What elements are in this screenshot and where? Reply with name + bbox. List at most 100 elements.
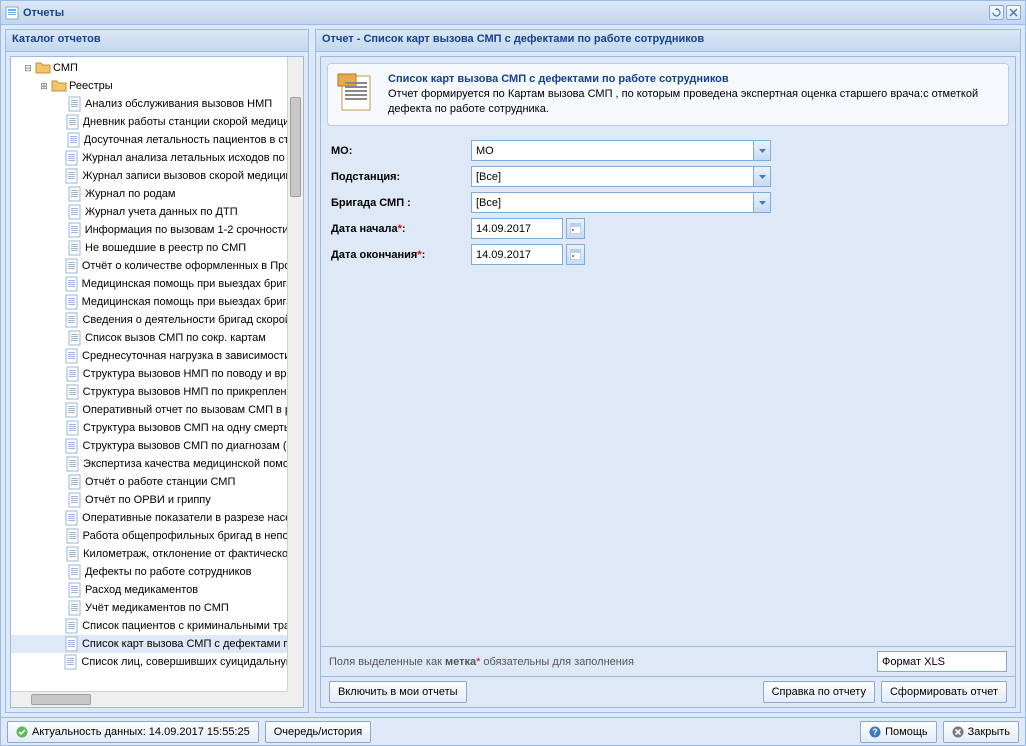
svg-text:?: ? xyxy=(872,727,878,737)
substation-input[interactable] xyxy=(472,167,753,186)
tree-node[interactable]: Дневник работы станции скорой медицинс xyxy=(11,113,287,131)
tree-node[interactable]: Структура вызовов НМП по прикреплению xyxy=(11,383,287,401)
dropdown-trigger-icon[interactable] xyxy=(753,167,770,186)
reports-window: Отчеты Каталог отчетов ⊟СМП⊞РеестрыАнали… xyxy=(0,0,1026,746)
date-start-input[interactable] xyxy=(471,218,563,239)
report-header: Отчет - Список карт вызова СМП с дефекта… xyxy=(316,30,1020,52)
date-start-label: Дата начала*: xyxy=(331,223,471,235)
tree-node-label: Оперативные показатели в разрезе населе xyxy=(82,512,287,524)
tree-node[interactable]: Структура вызовов СМП по диагнозам (в р xyxy=(11,437,287,455)
catalog-panel: Каталог отчетов ⊟СМП⊞РеестрыАнализ обслу… xyxy=(5,29,309,713)
document-icon xyxy=(65,114,81,130)
mo-input[interactable] xyxy=(472,141,753,160)
substation-combo[interactable] xyxy=(471,166,771,187)
include-my-reports-button[interactable]: Включить в мои отчеты xyxy=(329,681,467,703)
expander-icon[interactable]: ⊟ xyxy=(21,64,35,73)
description-text: Отчет формируется по Картам вызова СМП ,… xyxy=(388,88,978,115)
close-window-button[interactable] xyxy=(1006,5,1021,20)
status-bar: Актуальность данных: 14.09.2017 15:55:25… xyxy=(1,717,1025,745)
tree-node[interactable]: Оперативные показатели в разрезе населе xyxy=(11,509,287,527)
tree-node-label: Структура вызовов НМП по поводу и врем xyxy=(83,368,287,380)
main-area: Каталог отчетов ⊟СМП⊞РеестрыАнализ обслу… xyxy=(1,25,1025,717)
document-icon xyxy=(64,312,80,328)
tree-node[interactable]: Журнал по родам xyxy=(11,185,287,203)
document-icon xyxy=(65,366,81,382)
help-button[interactable]: ? Помощь xyxy=(860,721,937,743)
calendar-icon[interactable] xyxy=(566,218,585,239)
tree-node-label: Отчёт о работе станции СМП xyxy=(85,476,235,488)
expander-icon[interactable]: ⊞ xyxy=(37,82,51,91)
tree-node[interactable]: Медицинская помощь при выездах бригад с xyxy=(11,275,287,293)
tree-container: ⊟СМП⊞РеестрыАнализ обслуживания вызовов … xyxy=(10,56,304,708)
vertical-scrollbar[interactable] xyxy=(287,57,303,691)
format-input[interactable] xyxy=(878,652,1026,671)
tree-node[interactable]: Список пациентов с криминальными травм xyxy=(11,617,287,635)
tree-node[interactable]: Экспертиза качества медицинской помощ xyxy=(11,455,287,473)
tree-node[interactable]: Структура вызовов СМП на одну смерть в xyxy=(11,419,287,437)
tree-node[interactable]: Не вошедшие в реестр по СМП xyxy=(11,239,287,257)
tree-node[interactable]: Среднесуточная нагрузка в зависимости от xyxy=(11,347,287,365)
format-combo[interactable] xyxy=(877,651,1007,672)
tree-node[interactable]: Оперативный отчет по вызовам СМП в раз xyxy=(11,401,287,419)
tree-node[interactable]: Километраж, отклонение от фактического xyxy=(11,545,287,563)
actuality-button[interactable]: Актуальность данных: 14.09.2017 15:55:25 xyxy=(7,721,259,743)
tree-node[interactable]: Список вызов СМП по сокр. картам xyxy=(11,329,287,347)
tree-node[interactable]: Журнал анализа летальных исходов по СС xyxy=(11,149,287,167)
description-title: Список карт вызова СМП с дефектами по ра… xyxy=(388,73,729,85)
tree-node[interactable]: Дефекты по работе сотрудников xyxy=(11,563,287,581)
tree-node[interactable]: Отчёт о количестве оформленных в ПроМе xyxy=(11,257,287,275)
refresh-button[interactable] xyxy=(989,5,1004,20)
tree-node[interactable]: ⊟СМП xyxy=(11,59,287,77)
document-icon xyxy=(67,96,83,112)
document-icon xyxy=(64,618,80,634)
tree-node-label: Структура вызовов СМП по диагнозам (в р xyxy=(82,440,287,452)
tree-node[interactable]: Список карт вызова СМП с дефектами по р xyxy=(11,635,287,653)
document-icon xyxy=(64,438,80,454)
brigade-combo[interactable] xyxy=(471,192,771,213)
close-button[interactable]: Закрыть xyxy=(943,721,1019,743)
tree-node[interactable]: Анализ обслуживания вызовов НМП xyxy=(11,95,287,113)
tree-node[interactable]: Журнал записи вызовов скорой медицинск xyxy=(11,167,287,185)
tree-node[interactable]: Досуточная летальность пациентов в ста xyxy=(11,131,287,149)
tree-node[interactable]: Сведения о деятельности бригад скорой м xyxy=(11,311,287,329)
dropdown-trigger-icon[interactable] xyxy=(753,193,770,212)
tree-node[interactable]: Список лиц, совершивших суицидальную пс xyxy=(11,653,287,671)
brigade-input[interactable] xyxy=(472,193,753,212)
tree-node-label: Информация по вызовам 1-2 срочности xyxy=(85,224,287,236)
document-icon xyxy=(64,258,80,274)
tree-node-label: Медицинская помощь при выездах бригад с xyxy=(82,278,287,290)
document-icon xyxy=(64,294,80,310)
dropdown-trigger-icon[interactable] xyxy=(753,141,770,160)
document-icon xyxy=(67,564,83,580)
document-icon xyxy=(67,222,83,238)
queue-history-button[interactable]: Очередь/история xyxy=(265,721,372,743)
tree-node[interactable]: Расход медикаментов xyxy=(11,581,287,599)
brigade-label: Бригада СМП : xyxy=(331,197,471,209)
folder-icon xyxy=(51,78,67,94)
tree-node[interactable]: Журнал учета данных по ДТП xyxy=(11,203,287,221)
document-icon xyxy=(67,600,83,616)
tree-node[interactable]: Учёт медикаментов по СМП xyxy=(11,599,287,617)
tree-node-label: Список лиц, совершивших суицидальную пс xyxy=(81,656,287,668)
date-end-input[interactable] xyxy=(471,244,563,265)
calendar-icon[interactable] xyxy=(566,244,585,265)
tree-node-label: Не вошедшие в реестр по СМП xyxy=(85,242,246,254)
window-title: Отчеты xyxy=(23,7,64,19)
tree-node[interactable]: Отчёт по ОРВИ и гриппу xyxy=(11,491,287,509)
mo-label: МО: xyxy=(331,145,471,157)
report-help-button[interactable]: Справка по отчету xyxy=(763,681,875,703)
horizontal-scrollbar[interactable] xyxy=(11,691,287,707)
tree-node[interactable]: Медицинская помощь при выездах бригад с xyxy=(11,293,287,311)
tree-node-label: Список вызов СМП по сокр. картам xyxy=(85,332,266,344)
tree-node[interactable]: Отчёт о работе станции СМП xyxy=(11,473,287,491)
tree-node[interactable]: ⊞Реестры xyxy=(11,77,287,95)
document-icon xyxy=(67,204,83,220)
tree-node[interactable]: Информация по вызовам 1-2 срочности xyxy=(11,221,287,239)
mo-combo[interactable] xyxy=(471,140,771,161)
report-tree[interactable]: ⊟СМП⊞РеестрыАнализ обслуживания вызовов … xyxy=(11,57,287,673)
tree-node[interactable]: Работа общепрофильных бригад в неполн xyxy=(11,527,287,545)
tree-node-label: Оперативный отчет по вызовам СМП в раз xyxy=(82,404,287,416)
document-icon xyxy=(65,546,81,562)
generate-report-button[interactable]: Сформировать отчет xyxy=(881,681,1007,703)
tree-node[interactable]: Структура вызовов НМП по поводу и врем xyxy=(11,365,287,383)
